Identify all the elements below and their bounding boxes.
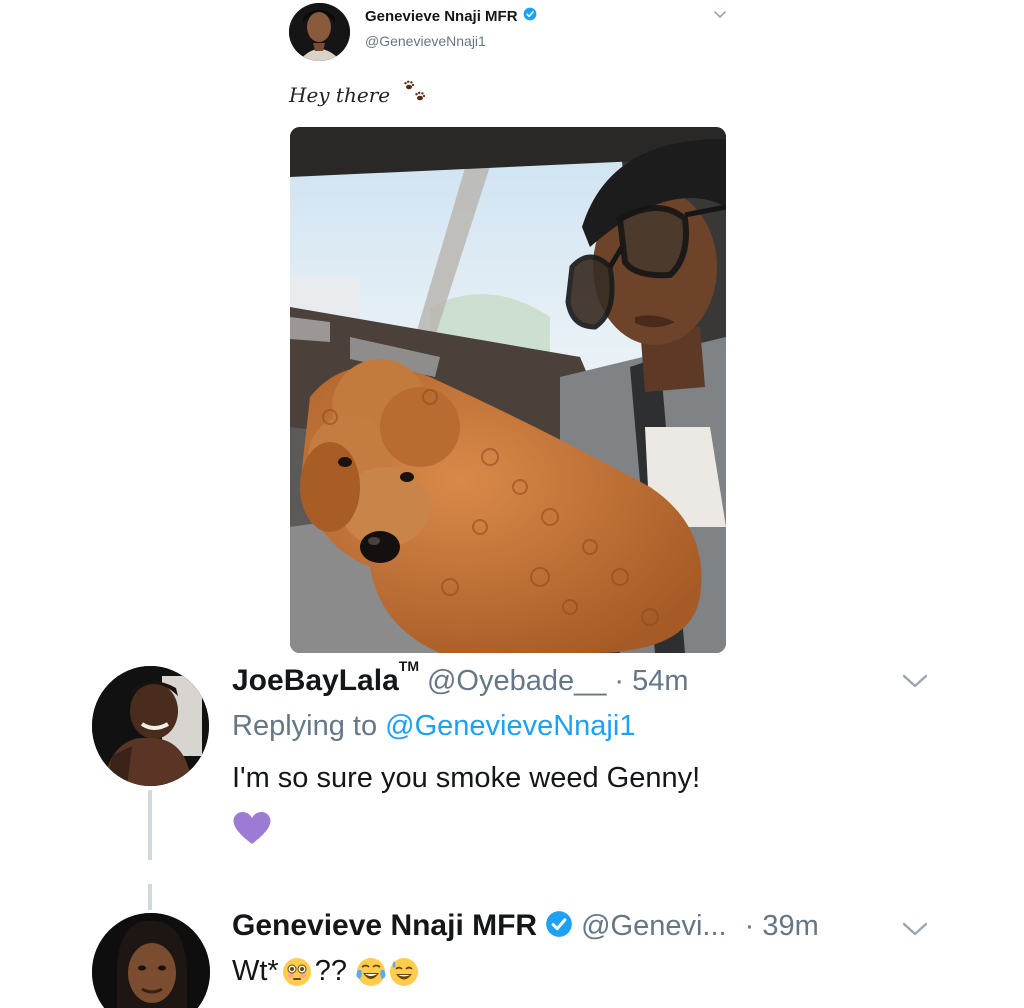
paw-prints-icon: [402, 80, 428, 109]
author-avatar[interactable]: [289, 3, 350, 61]
reply-timestamp[interactable]: · 54m: [614, 665, 688, 698]
reply-author-handle[interactable]: @Oyebade__: [427, 665, 606, 698]
chevron-down-icon[interactable]: [900, 670, 930, 692]
reply-text-mid: ??: [314, 955, 347, 987]
reply-header: JoeBayLalaTM @Oyebade__ · 54m: [232, 658, 689, 698]
chevron-down-icon[interactable]: [712, 7, 728, 23]
reply-avatar[interactable]: [92, 666, 209, 786]
reply-timestamp[interactable]: · 39m: [745, 910, 819, 943]
replying-to-link[interactable]: @GenevieveNnaji1: [385, 710, 635, 742]
trademark-mark: TM: [398, 658, 419, 674]
tweet-photo[interactable]: [290, 127, 726, 653]
reply-header: Genevieve Nnaji MFR @Genevi... · 39m: [232, 909, 819, 943]
replying-prefix: Replying to: [232, 710, 378, 742]
chevron-down-icon[interactable]: [900, 918, 930, 940]
verified-badge-icon: [545, 910, 573, 943]
reply-author-name[interactable]: Genevieve Nnaji MFR: [232, 909, 537, 943]
author-name[interactable]: Genevieve Nnaji MFR: [365, 8, 518, 25]
reply-text: I'm so sure you smoke weed Genny!: [232, 762, 701, 794]
tweet-text-row: Hey there: [289, 80, 428, 109]
reply-text-prefix: Wt*: [232, 955, 279, 987]
flushed-face-icon: [282, 957, 312, 987]
author-name-row: Genevieve Nnaji MFR: [365, 7, 537, 26]
tears-of-joy-icon: [356, 957, 386, 987]
reply-text-row: Wt* ??: [232, 955, 419, 988]
reply-avatar[interactable]: [92, 913, 210, 1008]
thread-line: [148, 790, 152, 860]
reply-author-handle[interactable]: @Genevi...: [581, 910, 727, 943]
author-handle[interactable]: @GenevieveNnaji1: [365, 33, 486, 49]
thread-line: [148, 884, 152, 910]
verified-badge-icon: [523, 7, 537, 26]
original-tweet: Genevieve Nnaji MFR @GenevieveNnaji1 Hey…: [0, 0, 1024, 660]
tweet-text: Hey there: [289, 82, 391, 107]
sweat-smile-icon: [389, 957, 419, 987]
reply-author-name[interactable]: JoeBayLalaTM: [232, 658, 419, 698]
replying-to: Replying to @GenevieveNnaji1: [232, 710, 635, 743]
purple-heart-icon: [232, 810, 272, 846]
